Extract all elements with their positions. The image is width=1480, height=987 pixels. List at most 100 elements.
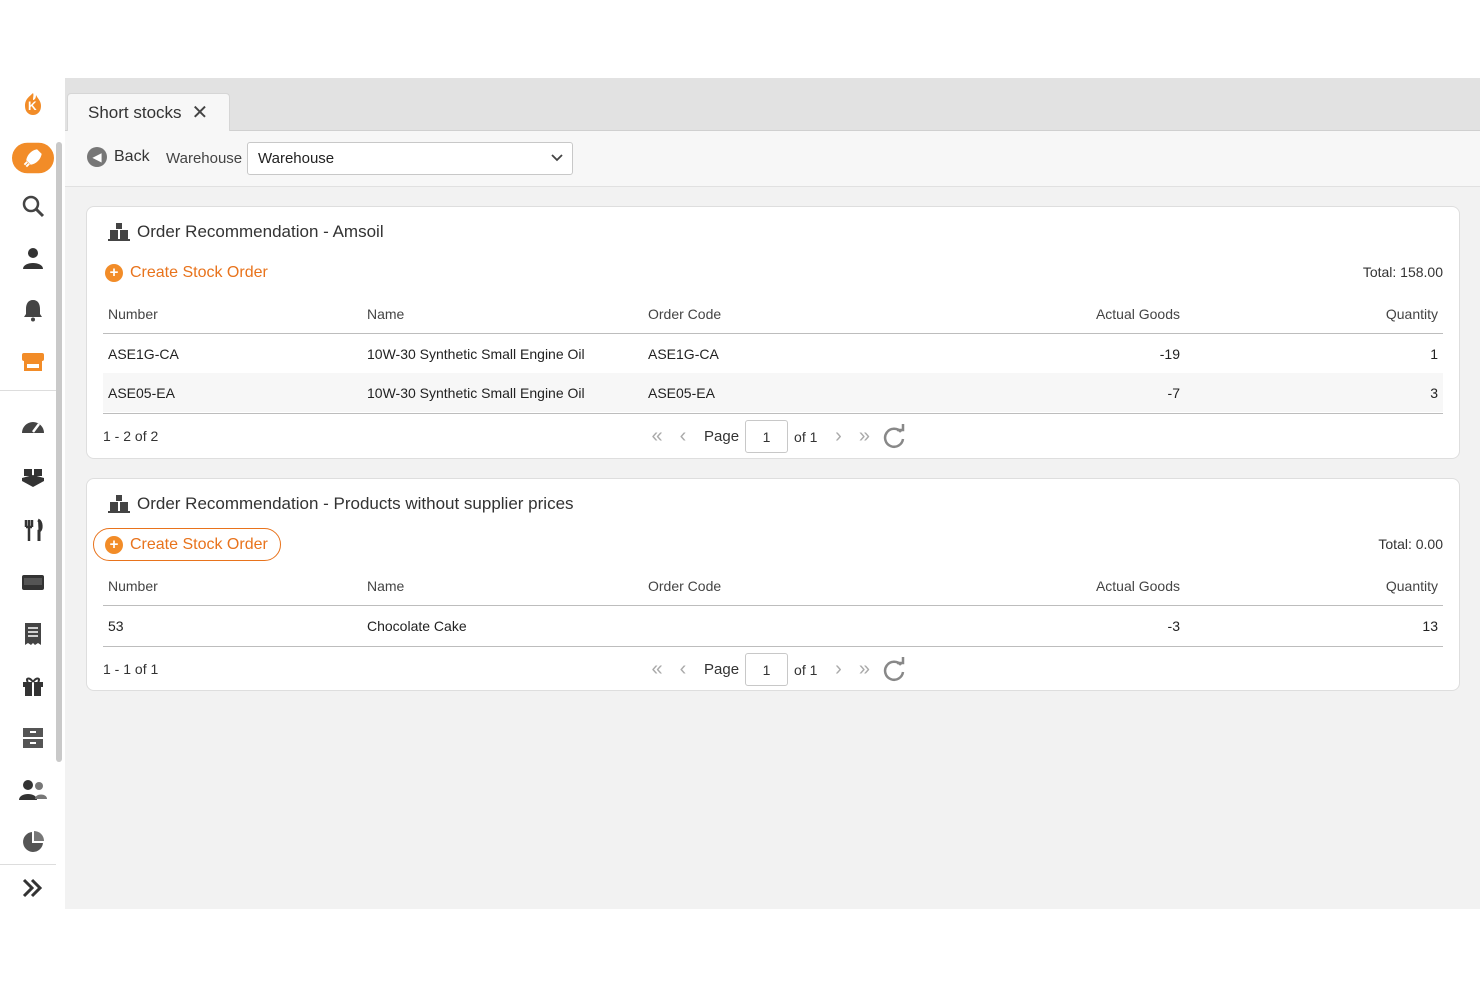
tab-label: Short stocks xyxy=(88,103,182,122)
first-page-icon[interactable]: « xyxy=(644,658,670,681)
refresh-icon[interactable] xyxy=(881,423,907,450)
card-title-text: Order Recommendation - Products without … xyxy=(137,494,574,513)
cell-name: 10W-30 Synthetic Small Engine Oil xyxy=(367,384,585,401)
grid-footer: 1 - 2 of 2 « ‹ Page 1 of 1 › » xyxy=(103,413,1443,457)
cell-name: Chocolate Cake xyxy=(367,617,467,634)
expand-icon[interactable] xyxy=(12,870,54,906)
cell-quantity: 1 xyxy=(1430,345,1438,362)
card-icon[interactable] xyxy=(12,564,54,600)
grid-header: Number Name Order Code Actual Goods Quan… xyxy=(103,566,1443,606)
column-header-number[interactable]: Number xyxy=(108,566,158,605)
page-input[interactable]: 1 xyxy=(745,420,789,453)
tab-bar: Short stocks ✕ xyxy=(65,78,1480,132)
column-header-number[interactable]: Number xyxy=(108,294,158,333)
pager-range: 1 - 1 of 1 xyxy=(103,661,159,677)
create-stock-order-label: Create Stock Order xyxy=(130,263,268,281)
toolbar: ◀ Back Warehouse Warehouse xyxy=(65,131,1480,187)
chevron-down-icon xyxy=(551,154,563,162)
column-header-actual-goods[interactable]: Actual Goods xyxy=(1096,566,1180,605)
table-row[interactable]: 53 Chocolate Cake -3 13 xyxy=(103,606,1443,645)
column-header-order-code[interactable]: Order Code xyxy=(648,566,721,605)
page-of-label: of 1 xyxy=(794,661,818,678)
column-header-order-code[interactable]: Order Code xyxy=(648,294,721,333)
pager: « ‹ Page 1 of 1 › » xyxy=(644,653,907,686)
back-button[interactable]: ◀ Back xyxy=(87,147,150,167)
cell-order-code: ASE05-EA xyxy=(648,384,715,401)
search-icon[interactable] xyxy=(12,188,54,224)
data-grid: Number Name Order Code Actual Goods Quan… xyxy=(103,294,1443,412)
table-row[interactable]: ASE1G-CA 10W-30 Synthetic Small Engine O… xyxy=(103,334,1443,373)
svg-text:K: K xyxy=(28,99,37,113)
pager: « ‹ Page 1 of 1 › » xyxy=(644,420,907,453)
logo-icon[interactable]: K xyxy=(12,86,54,122)
refresh-icon[interactable] xyxy=(881,656,907,683)
grid-header: Number Name Order Code Actual Goods Quan… xyxy=(103,294,1443,334)
tab-short-stocks[interactable]: Short stocks ✕ xyxy=(67,93,230,132)
boxes-icon[interactable] xyxy=(12,460,54,496)
first-page-icon[interactable]: « xyxy=(644,425,670,448)
gift-icon[interactable] xyxy=(12,668,54,704)
data-grid: Number Name Order Code Actual Goods Quan… xyxy=(103,566,1443,645)
cutlery-icon[interactable] xyxy=(12,512,54,548)
column-header-actual-goods[interactable]: Actual Goods xyxy=(1096,294,1180,333)
store-icon[interactable] xyxy=(12,344,54,380)
column-header-name[interactable]: Name xyxy=(367,294,404,333)
total-value: Total: 0.00 xyxy=(1378,536,1443,552)
create-stock-order-button[interactable]: + Create Stock Order xyxy=(93,256,281,289)
dashboard-icon[interactable] xyxy=(12,408,54,444)
warehouse-label: Warehouse xyxy=(166,150,243,167)
page-of-label: of 1 xyxy=(794,428,818,445)
warehouse-select[interactable]: Warehouse xyxy=(247,142,573,175)
app: K Short stocks ✕ ◀ Back Warehouse Wareho… xyxy=(0,78,1480,909)
order-recommendation-card: Order Recommendation - Amsoil + Create S… xyxy=(86,206,1460,459)
create-stock-order-button[interactable]: + Create Stock Order xyxy=(93,528,281,561)
warehouse-select-value: Warehouse xyxy=(258,150,335,167)
grid-footer: 1 - 1 of 1 « ‹ Page 1 of 1 › » xyxy=(103,646,1443,690)
create-stock-order-label: Create Stock Order xyxy=(130,535,268,553)
cell-order-code: ASE1G-CA xyxy=(648,345,719,362)
sidebar-divider xyxy=(0,864,56,865)
cell-name: 10W-30 Synthetic Small Engine Oil xyxy=(367,345,585,362)
page-label: Page xyxy=(704,661,740,678)
main-area: Short stocks ✕ ◀ Back Warehouse Warehous… xyxy=(65,78,1480,909)
next-page-icon[interactable]: › xyxy=(825,425,851,448)
column-header-name[interactable]: Name xyxy=(367,566,404,605)
cell-actual-goods: -19 xyxy=(1159,345,1180,362)
order-recommendation-card: Order Recommendation - Products without … xyxy=(86,478,1460,691)
next-page-icon[interactable]: › xyxy=(825,658,851,681)
archive-icon[interactable] xyxy=(12,720,54,756)
card-title-text: Order Recommendation - Amsoil xyxy=(137,222,384,241)
prev-page-icon[interactable]: ‹ xyxy=(670,425,696,448)
total-value: Total: 158.00 xyxy=(1362,264,1443,280)
prev-page-icon[interactable]: ‹ xyxy=(670,658,696,681)
last-page-icon[interactable]: » xyxy=(851,658,877,681)
cell-number: ASE05-EA xyxy=(108,384,175,401)
last-page-icon[interactable]: » xyxy=(851,425,877,448)
cell-actual-goods: -7 xyxy=(1167,384,1180,401)
back-label: Back xyxy=(114,148,150,165)
boxes-icon xyxy=(108,495,130,513)
boxes-icon xyxy=(108,223,130,241)
sidebar-scrollbar[interactable] xyxy=(56,142,62,762)
cell-number: ASE1G-CA xyxy=(108,345,179,362)
users-icon[interactable] xyxy=(12,772,54,808)
sidebar-divider xyxy=(0,390,56,391)
cell-quantity: 3 xyxy=(1430,384,1438,401)
back-arrow-icon: ◀ xyxy=(87,147,107,167)
plus-icon: + xyxy=(105,535,123,554)
bell-icon[interactable] xyxy=(12,292,54,328)
pager-range: 1 - 2 of 2 xyxy=(103,428,159,444)
rocket-icon[interactable] xyxy=(12,140,54,176)
user-icon[interactable] xyxy=(12,240,54,276)
cell-actual-goods: -3 xyxy=(1167,617,1180,634)
card-title: Order Recommendation - Amsoil xyxy=(108,221,384,243)
page-input[interactable]: 1 xyxy=(745,653,789,686)
table-row[interactable]: ASE05-EA 10W-30 Synthetic Small Engine O… xyxy=(103,373,1443,412)
close-icon[interactable]: ✕ xyxy=(192,103,209,123)
column-header-quantity[interactable]: Quantity xyxy=(1386,294,1438,333)
column-header-quantity[interactable]: Quantity xyxy=(1386,566,1438,605)
receipt-icon[interactable] xyxy=(12,616,54,652)
sidebar: K xyxy=(0,78,65,909)
pie-chart-icon[interactable] xyxy=(12,824,54,860)
card-title: Order Recommendation - Products without … xyxy=(108,493,574,515)
